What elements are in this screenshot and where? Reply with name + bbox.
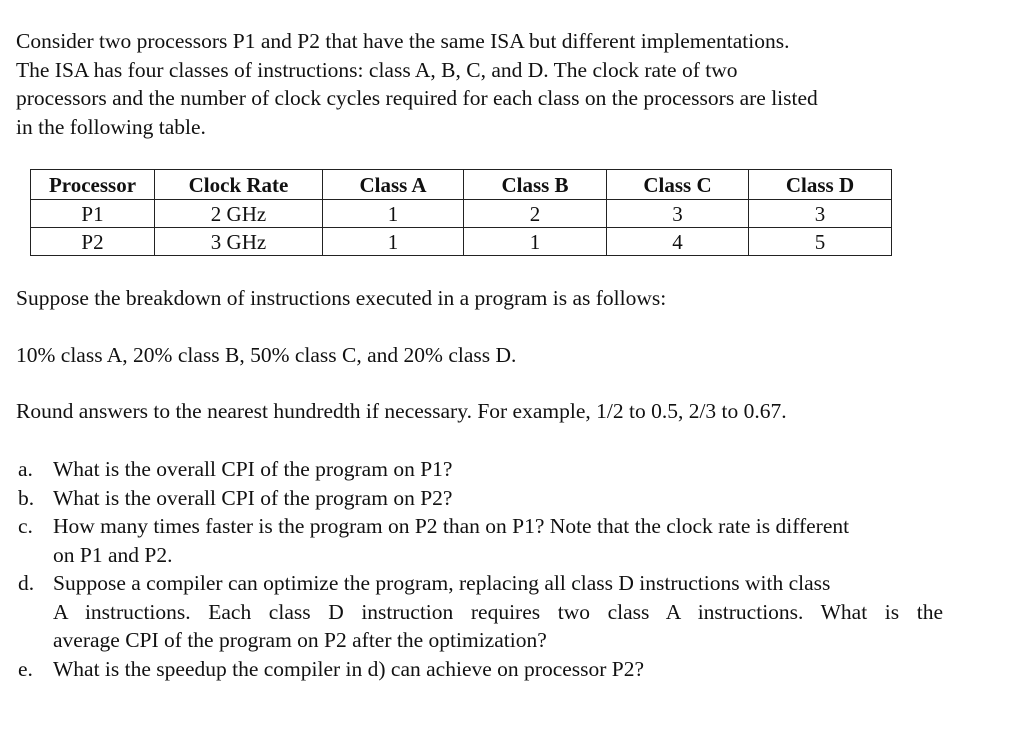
- header-processor: Processor: [30, 169, 155, 200]
- question-text-line: Suppose a compiler can optimize the prog…: [53, 571, 831, 595]
- header-class-d: Class D: [748, 169, 892, 200]
- intro-line: The ISA has four classes of instructions…: [16, 57, 738, 82]
- header-class-a: Class A: [322, 169, 464, 200]
- header-class-b: Class B: [463, 169, 607, 200]
- intro-line: Consider two processors P1 and P2 that h…: [16, 29, 790, 53]
- question-label: e.: [18, 656, 33, 681]
- cell-clock-rate: 2 GHz: [154, 199, 323, 228]
- question-label: a.: [18, 457, 33, 481]
- processor-spec-table: Processor Clock Rate Class A Class B Cla…: [30, 169, 892, 256]
- cell-class-c: 3: [606, 199, 749, 228]
- table-row: P1 2 GHz 1 2 3 3: [30, 199, 892, 228]
- breakdown-text: 10% class A, 20% class B, 50% class C, a…: [16, 343, 517, 367]
- question-text-line: average CPI of the program on P2 after t…: [53, 628, 547, 652]
- breakdown-intro-text: Suppose the breakdown of instructions ex…: [16, 286, 667, 310]
- question-a: a. What is the overall CPI of the progra…: [18, 455, 943, 484]
- question-text: What is the overall CPI of the program o…: [53, 457, 453, 481]
- question-b: b. What is the overall CPI of the progra…: [18, 484, 943, 513]
- cell-class-d: 5: [748, 227, 892, 256]
- question-text-line: How many times faster is the program on …: [53, 514, 850, 538]
- rounding-instruction-text: Round answers to the nearest hundredth i…: [16, 399, 787, 423]
- question-text: What is the overall CPI of the program o…: [53, 485, 453, 510]
- cell-processor: P2: [30, 227, 155, 256]
- cell-class-c: 4: [606, 227, 749, 256]
- cell-clock-rate: 3 GHz: [154, 227, 323, 256]
- header-clock-rate: Clock Rate: [154, 169, 323, 200]
- table-header-row: Processor Clock Rate Class A Class B Cla…: [30, 169, 892, 200]
- cell-class-d: 3: [748, 199, 892, 228]
- header-class-c: Class C: [606, 169, 749, 200]
- intro-line: processors and the number of clock cycle…: [16, 86, 818, 110]
- question-label: d.: [18, 571, 35, 595]
- question-text-line: A instructions. Each class D instruction…: [53, 599, 943, 624]
- table-row: P2 3 GHz 1 1 4 5: [30, 227, 892, 256]
- cell-class-b: 1: [463, 227, 607, 256]
- question-label: b.: [18, 485, 35, 510]
- question-c: c. How many times faster is the program …: [18, 512, 943, 569]
- intro-paragraph: Consider two processors P1 and P2 that h…: [16, 27, 946, 141]
- question-list: a. What is the overall CPI of the progra…: [18, 455, 943, 683]
- question-e: e. What is the speedup the compiler in d…: [18, 655, 943, 684]
- intro-line: in the following table.: [16, 114, 206, 139]
- cell-processor: P1: [30, 199, 155, 228]
- question-d: d. Suppose a compiler can optimize the p…: [18, 569, 943, 655]
- question-text: What is the speedup the compiler in d) c…: [53, 656, 645, 681]
- cell-class-a: 1: [322, 199, 464, 228]
- question-text-line: on P1 and P2.: [53, 542, 173, 567]
- question-label: c.: [18, 514, 33, 538]
- cell-class-b: 2: [463, 199, 607, 228]
- cell-class-a: 1: [322, 227, 464, 256]
